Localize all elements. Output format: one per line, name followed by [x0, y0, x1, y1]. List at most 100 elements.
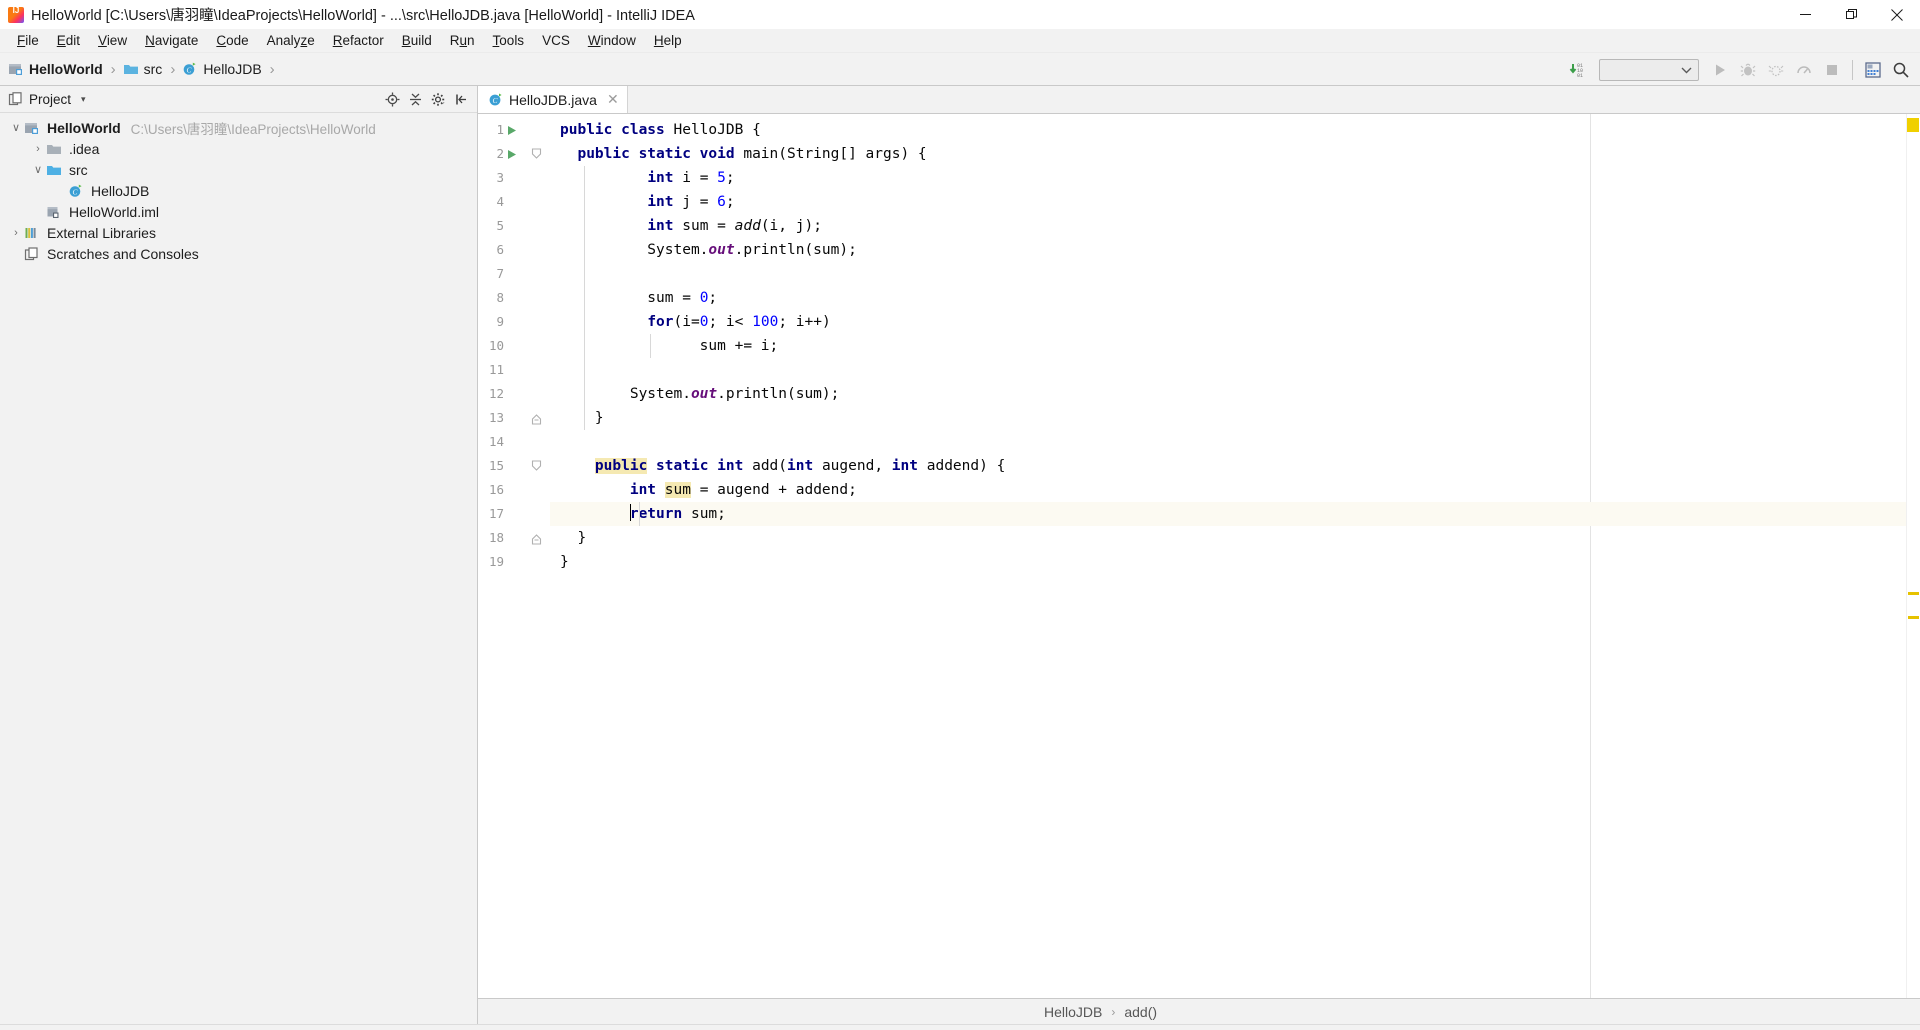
line-number: 6: [496, 242, 504, 257]
menu-item-refactor[interactable]: Refactor: [324, 29, 393, 53]
fold-open-icon[interactable]: [528, 454, 544, 478]
tree-node-helloworld[interactable]: ∨ HelloWorld C:\Users\唐羽瞳\IdeaProjects\Hel…: [0, 117, 477, 138]
profiler-icon[interactable]: [1791, 57, 1817, 83]
menu-item-navigate[interactable]: Navigate: [136, 29, 207, 53]
tree-node-hellojdb[interactable]: C HelloJDB: [0, 180, 477, 201]
code-line-5[interactable]: int sum = add(i, j);: [550, 214, 1906, 238]
code-line-3[interactable]: int i = 5;: [550, 166, 1906, 190]
code-line-14[interactable]: [550, 430, 1906, 454]
code-line-10[interactable]: sum += i;: [550, 334, 1906, 358]
run-icon[interactable]: [1707, 57, 1733, 83]
window-title: HelloWorld [C:\Users\唐羽瞳\IdeaProjects\He…: [31, 8, 695, 24]
menu-item-tools[interactable]: Tools: [484, 29, 534, 53]
navigation-toolbar: HelloWorld › src › C HelloJDB › 01 10 01: [0, 53, 1920, 86]
breadcrumb-item-src[interactable]: src: [123, 61, 162, 77]
tree-node-label: src: [69, 161, 88, 178]
menu-item-code[interactable]: Code: [207, 29, 257, 53]
minimize-button[interactable]: [1782, 0, 1828, 29]
tree-node-label: HelloWorld.iml: [69, 203, 159, 220]
editor-gutter[interactable]: 1 2 3 4 5 6 7 8 9 10 11 12 13 14 15 16 17 18 19: [478, 114, 550, 998]
gutter-run-icon[interactable]: [504, 142, 518, 166]
code-line-7[interactable]: [550, 262, 1906, 286]
project-tree[interactable]: ∨ HelloWorld C:\Users\唐羽瞳\IdeaProjects\Hel…: [0, 113, 477, 1024]
code-line-6[interactable]: System.out.println(sum);: [550, 238, 1906, 262]
code-line-8[interactable]: sum = 0;: [550, 286, 1906, 310]
svg-text:01: 01: [1577, 73, 1583, 79]
menu-item-build[interactable]: Build: [393, 29, 441, 53]
editor-breadcrumb-item[interactable]: HelloJDB: [1044, 1004, 1102, 1020]
chevron-toggle-icon[interactable]: ›: [8, 227, 24, 239]
line-number: 9: [496, 314, 504, 329]
menu-item-analyze[interactable]: Analyze: [258, 29, 324, 53]
code-line-13[interactable]: }: [550, 406, 1906, 430]
line-number: 16: [488, 482, 504, 497]
close-button[interactable]: [1874, 0, 1920, 29]
search-everywhere-icon[interactable]: [1888, 57, 1914, 83]
code-line-4[interactable]: int j = 6;: [550, 190, 1906, 214]
gutter-run-icon[interactable]: [504, 118, 518, 142]
tree-node-helloworld-iml[interactable]: HelloWorld.iml: [0, 201, 477, 222]
tree-node-src[interactable]: ∨ src: [0, 159, 477, 180]
close-icon[interactable]: ✕: [607, 91, 619, 108]
menu-item-help[interactable]: Help: [645, 29, 691, 53]
editor-tabs: C HelloJDB.java ✕: [478, 86, 1920, 114]
fold-open-icon[interactable]: [528, 142, 544, 166]
warning-marker-line15[interactable]: [1908, 592, 1919, 595]
menu-item-run[interactable]: Run: [441, 29, 484, 53]
code-editor[interactable]: public class HelloJDB { public static vo…: [550, 114, 1906, 998]
tree-node-label: .idea: [69, 140, 100, 157]
menu-item-vcs[interactable]: VCS: [533, 29, 579, 53]
code-line-9[interactable]: for(i=0; i< 100; i++): [550, 310, 1906, 334]
chevron-toggle-icon[interactable]: ∨: [8, 121, 24, 134]
tree-node-idea[interactable]: › .idea: [0, 138, 477, 159]
maximize-button[interactable]: [1828, 0, 1874, 29]
code-line-19[interactable]: }: [550, 550, 1906, 574]
fold-close-icon[interactable]: [528, 406, 544, 430]
editor-breadcrumb[interactable]: HelloJDB › add(): [478, 998, 1920, 1024]
hide-icon[interactable]: [451, 90, 471, 110]
run-configuration-select[interactable]: [1599, 58, 1699, 81]
module-icon: [9, 64, 22, 75]
error-stripe-marker-bar[interactable]: [1906, 114, 1920, 998]
chevron-down-icon[interactable]: ▾: [81, 94, 86, 105]
code-line-11[interactable]: [550, 358, 1906, 382]
java-class-icon: C: [184, 62, 196, 75]
code-line-2[interactable]: public static void main(String[] args) {: [550, 142, 1906, 166]
toggle-tool-windows-icon[interactable]: [6, 1027, 28, 1030]
run-with-coverage-icon[interactable]: [1763, 57, 1789, 83]
menu-item-window[interactable]: Window: [579, 29, 645, 53]
line-number: 4: [496, 194, 504, 209]
locate-icon[interactable]: [382, 90, 402, 110]
menu-item-view[interactable]: View: [89, 29, 136, 53]
code-line-15[interactable]: public static int add(int augend, int ad…: [550, 454, 1906, 478]
svg-text:C: C: [73, 187, 78, 196]
breadcrumb-separator: ›: [1111, 1004, 1116, 1019]
indent-guide: [650, 334, 651, 358]
chevron-toggle-icon[interactable]: ∨: [30, 163, 46, 176]
menu-bar: File Edit View Navigate Code Analyze Refactor B…: [0, 29, 1920, 53]
debug-icon[interactable]: [1735, 57, 1761, 83]
collapse-all-icon[interactable]: [405, 90, 425, 110]
breadcrumb-item-hellojdb[interactable]: C HelloJDB: [182, 61, 262, 77]
menu-item-edit[interactable]: Edit: [48, 29, 89, 53]
tree-node-external-libraries[interactable]: › External Libraries: [0, 222, 477, 243]
code-line-1[interactable]: public class HelloJDB {: [550, 118, 1906, 142]
gear-icon[interactable]: [428, 90, 448, 110]
update-project-icon[interactable]: 01 10 01: [1565, 57, 1591, 83]
project-tool-window: Project ▾ ∨ HelloWorld C:\Users\唐羽瞳\Idea…: [0, 86, 478, 1024]
code-line-12[interactable]: System.out.println(sum);: [550, 382, 1906, 406]
warning-marker-line16[interactable]: [1908, 616, 1919, 619]
fold-close-icon[interactable]: [528, 526, 544, 550]
tab-hellojdb-java[interactable]: C HelloJDB.java ✕: [478, 86, 628, 113]
code-line-16[interactable]: int sum = augend + addend;: [550, 478, 1906, 502]
menu-item-file[interactable]: File: [8, 29, 48, 53]
chevron-toggle-icon[interactable]: ›: [30, 143, 46, 155]
breadcrumb-item-helloworld[interactable]: HelloWorld: [8, 61, 103, 77]
tree-node-scratches[interactable]: Scratches and Consoles: [0, 243, 477, 264]
warning-marker-top[interactable]: [1907, 118, 1919, 132]
code-line-17[interactable]: return sum;: [550, 502, 1906, 526]
editor-breadcrumb-item[interactable]: add(): [1124, 1004, 1157, 1020]
code-line-18[interactable]: }: [550, 526, 1906, 550]
project-structure-icon[interactable]: [1860, 57, 1886, 83]
stop-icon[interactable]: [1819, 57, 1845, 83]
